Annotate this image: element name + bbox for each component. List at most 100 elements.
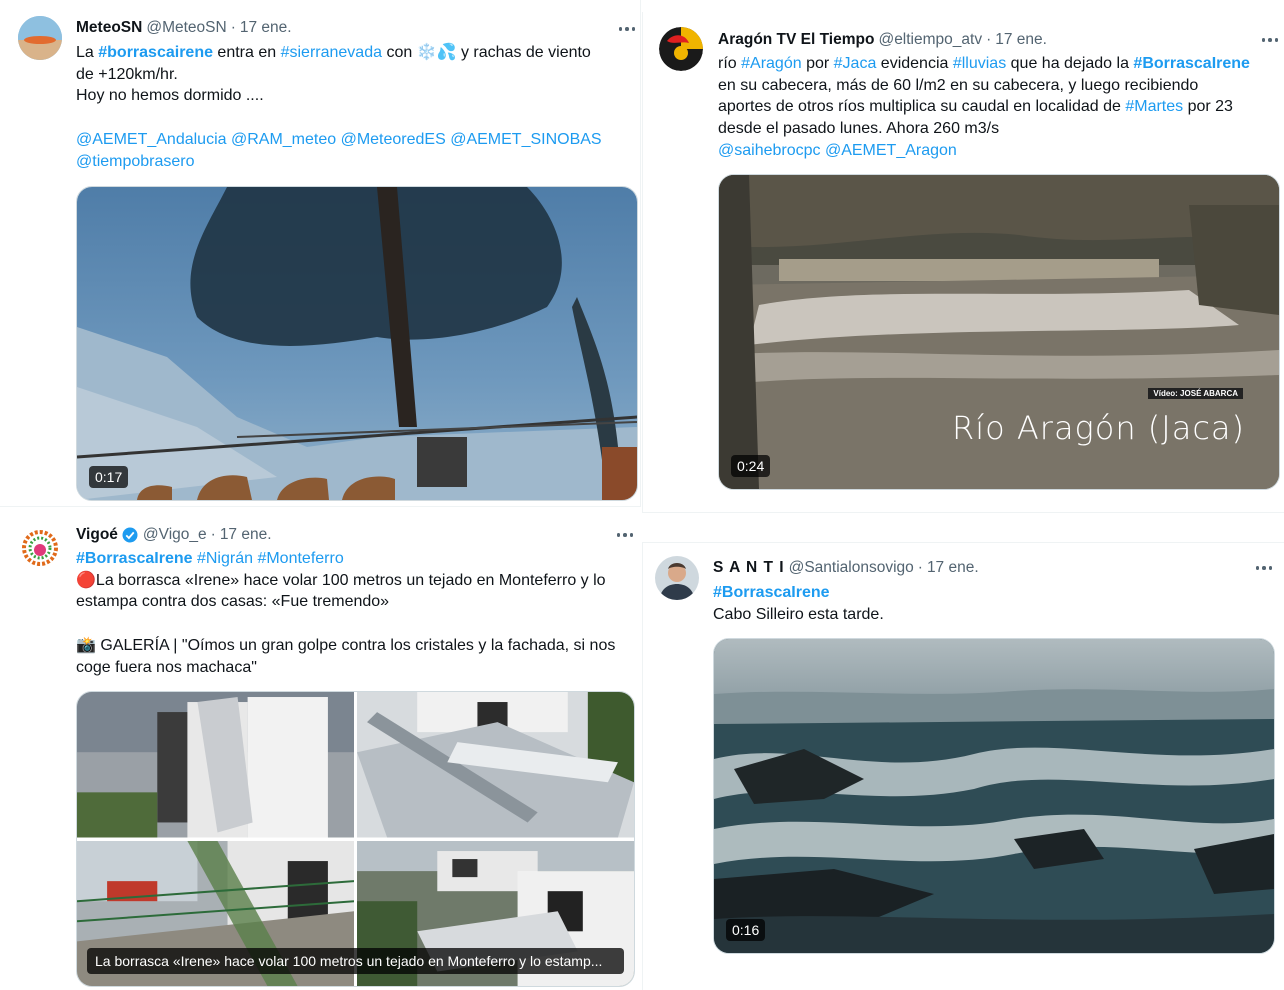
more-options-icon[interactable]: [614, 526, 636, 544]
tweet-vigoe[interactable]: Vigoé @Vigo_e · 17 ene. #BorrascaIrene #…: [0, 510, 640, 989]
tweet-date[interactable]: 17 ene.: [927, 559, 979, 577]
tweet-aragon-tv[interactable]: Aragón TV El Tiempo @eltiempo_atv · 17 e…: [642, 12, 1284, 513]
author-handle[interactable]: @MeteoSN: [146, 19, 226, 37]
tweet-text-line: La #borrascairene entra en #sierranevada…: [76, 42, 602, 64]
author-handle[interactable]: @eltiempo_atv: [878, 31, 982, 49]
avatar[interactable]: [659, 27, 703, 71]
hashtag-link[interactable]: #sierranevada: [281, 44, 382, 61]
video-duration: 0:16: [726, 919, 766, 941]
tweet-text-line: [76, 107, 602, 129]
tweet-header: Vigoé @Vigo_e · 17 ene.: [76, 526, 272, 544]
text-segment: Cabo Silleiro esta tarde.: [713, 605, 884, 623]
tweet-meteosn[interactable]: MeteoSN @MeteoSN · 17 ene. La #borrascai…: [0, 0, 641, 507]
tweet-text-line: 📸 GALERÍA | "Oímos un gran golpe contra …: [76, 635, 615, 657]
tweet-text: #BorrascaIrene Cabo Silleiro esta tarde.: [713, 582, 884, 625]
text-segment: evidencia: [876, 55, 953, 72]
hashtag-link[interactable]: #BorrascaIrene: [1133, 55, 1250, 72]
separator-dot: ·: [986, 31, 992, 48]
tweet-text: La #borrascairene entra en #sierranevada…: [76, 42, 602, 172]
tweet-date[interactable]: 17 ene.: [995, 31, 1047, 49]
mention-link[interactable]: @saihebrocpc @AEMET_Aragon: [718, 142, 957, 159]
tweet-text-line: [76, 613, 615, 635]
author-name[interactable]: Aragón TV El Tiempo: [718, 31, 874, 49]
tweet-text-line: Cabo Silleiro esta tarde.: [713, 604, 884, 626]
avatar[interactable]: [655, 556, 699, 600]
tweet-photo-gallery[interactable]: La borrasca «Irene» hace volar 100 metro…: [76, 691, 635, 987]
separator-dot: ·: [210, 526, 216, 543]
mention-link[interactable]: @AEMET_Andalucia @RAM_meteo @MeteoredES …: [76, 131, 602, 148]
tweet-text-line: Hoy no hemos dormido ....: [76, 85, 602, 107]
tweet-text: río #Aragón por #Jaca evidencia #lluvias…: [718, 53, 1250, 162]
hashtag-link[interactable]: #Aragón: [741, 55, 802, 72]
text-segment: de +120km/hr.: [76, 65, 178, 83]
text-segment: en su cabecera, más de 60 l/m2 en su cab…: [718, 76, 1199, 94]
avatar[interactable]: [18, 16, 62, 60]
hashtag-link[interactable]: #Martes: [1125, 98, 1183, 115]
avatar[interactable]: [18, 526, 62, 570]
gallery-photo-2[interactable]: [357, 692, 634, 838]
tweet-header: S A N T I @Santialonsovigo · 17 ene.: [713, 559, 979, 577]
tweet-text-line: aportes de otros ríos multiplica su caud…: [718, 96, 1250, 118]
tweet-santi[interactable]: S A N T I @Santialonsovigo · 17 ene. #Bo…: [642, 542, 1284, 990]
text-segment: río: [718, 55, 742, 72]
hashtag-link[interactable]: #borrascairene: [98, 44, 213, 61]
text-segment: estampa contra dos casas: «Fue tremendo»: [76, 593, 390, 611]
text-segment: entra en: [212, 44, 281, 61]
text-segment: por 23: [1183, 98, 1233, 116]
video-credit: Vídeo: JOSÉ ABARCA: [1148, 388, 1243, 399]
separator-dot: ·: [917, 559, 923, 576]
text-segment: aportes de otros ríos multiplica su caud…: [718, 98, 1126, 116]
tweet-text-line: #BorrascaIrene #Nigrán #Monteferro: [76, 548, 615, 570]
tweet-text-line: estampa contra dos casas: «Fue tremendo»: [76, 591, 615, 613]
hashtag-link[interactable]: #lluvias: [953, 55, 1006, 72]
avatar-image: [659, 27, 703, 71]
hashtag-link[interactable]: #Monteferro: [257, 550, 343, 567]
hashtag-link[interactable]: #BorrascaIrene: [713, 584, 830, 601]
tweet-video[interactable]: Vídeo: JOSÉ ABARCA Río Aragón (Jaca) 0:2…: [718, 174, 1280, 490]
video-thumbnail: [714, 639, 1274, 953]
author-name[interactable]: MeteoSN: [76, 19, 142, 37]
gallery-photo-1[interactable]: [77, 692, 354, 838]
author-handle[interactable]: @Vigo_e: [143, 526, 207, 544]
tweet-text-line: @saihebrocpc @AEMET_Aragon: [718, 140, 1250, 162]
tweet-text-line: 🔴La borrasca «Irene» hace volar 100 metr…: [76, 570, 615, 592]
text-segment: que ha dejado la: [1006, 55, 1134, 72]
tweet-header: MeteoSN @MeteoSN · 17 ene.: [76, 19, 292, 37]
tweet-text-line: de +120km/hr.: [76, 64, 602, 86]
hashtag-link[interactable]: #BorrascaIrene: [76, 550, 193, 567]
tweet-text: #BorrascaIrene #Nigrán #Monteferro 🔴La bo…: [76, 548, 615, 678]
text-segment: Hoy no hemos dormido ....: [76, 87, 264, 105]
tweet-text-line: río #Aragón por #Jaca evidencia #lluvias…: [718, 53, 1250, 75]
tweet-text-line: @AEMET_Andalucia @RAM_meteo @MeteoredES …: [76, 129, 602, 151]
gallery-caption: La borrasca «Irene» hace volar 100 metro…: [87, 948, 624, 974]
tweet-header: Aragón TV El Tiempo @eltiempo_atv · 17 e…: [718, 31, 1047, 49]
mention-link[interactable]: @tiempobrasero: [76, 153, 195, 170]
author-handle[interactable]: @Santialonsovigo: [789, 559, 914, 577]
video-duration: 0:24: [731, 455, 771, 477]
author-name[interactable]: Vigoé: [76, 526, 118, 544]
tweet-video[interactable]: 0:17: [76, 186, 638, 501]
text-segment: 🔴La borrasca «Irene» hace volar 100 metr…: [76, 571, 606, 589]
more-options-icon[interactable]: [1253, 559, 1275, 577]
hashtag-link[interactable]: #Jaca: [834, 55, 877, 72]
text-segment: con ❄️💦 y rachas de viento: [382, 44, 591, 61]
video-title: Río Aragón (Jaca): [952, 409, 1245, 447]
separator-dot: ·: [230, 19, 236, 36]
text-segment: La: [76, 44, 99, 61]
tweet-date[interactable]: 17 ene.: [240, 19, 292, 37]
avatar-image: [18, 526, 62, 570]
tweet-text-line: en su cabecera, más de 60 l/m2 en su cab…: [718, 75, 1250, 97]
more-options-icon[interactable]: [616, 20, 638, 38]
avatar-image: [655, 556, 699, 600]
author-name[interactable]: S A N T I: [713, 559, 785, 577]
tweet-date[interactable]: 17 ene.: [220, 526, 272, 544]
tweet-video[interactable]: 0:16: [713, 638, 1275, 954]
text-segment: 📸 GALERÍA | "Oímos un gran golpe contra …: [76, 636, 616, 654]
verified-badge-icon: [122, 527, 138, 543]
tweet-text-line: #BorrascaIrene: [713, 582, 884, 604]
video-duration: 0:17: [89, 466, 129, 488]
text-segment: por: [801, 55, 834, 72]
hashtag-link[interactable]: #Nigrán: [197, 550, 253, 567]
video-thumbnail: [77, 187, 637, 500]
more-options-icon[interactable]: [1259, 31, 1281, 49]
